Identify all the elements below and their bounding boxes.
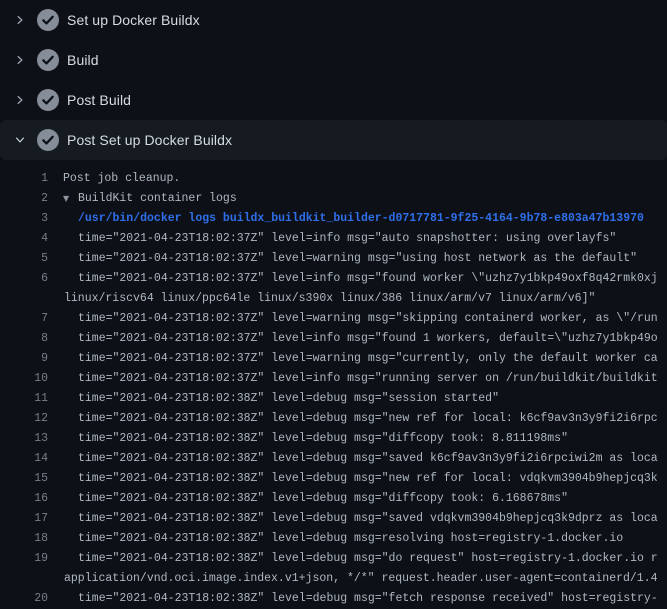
step-row[interactable]: Build [0, 40, 667, 80]
log-line: 12 time="2021-04-23T18:02:38Z" level=debu… [0, 409, 667, 429]
log-line: 2 ▼ BuildKit container logs [0, 189, 667, 209]
log-line-text: time="2021-04-23T18:02:37Z" level=info m… [78, 369, 658, 389]
log-line: 19 time="2021-04-23T18:02:38Z" level=debu… [0, 549, 667, 569]
log-line-number[interactable]: 6 [0, 269, 50, 289]
group-collapse-icon[interactable]: ▼ [63, 189, 72, 209]
chevron-down-icon [12, 132, 28, 148]
log-line: 1 Post job cleanup. [0, 169, 667, 189]
check-circle-icon [37, 129, 59, 151]
log-line: 6 time="2021-04-23T18:02:37Z" level=info … [0, 269, 667, 289]
log-viewer: 1 Post job cleanup. 2 ▼ BuildKit container … [0, 160, 667, 609]
log-line-number[interactable]: 16 [0, 489, 50, 509]
log-line: 3/usr/bin/docker logs buildx_buildkit_bu… [0, 209, 667, 229]
step-label: Post Build [67, 92, 131, 108]
log-line-number[interactable]: 9 [0, 349, 50, 369]
log-line: linux/riscv64 linux/ppc64le linux/s390x … [0, 289, 667, 309]
log-line-text: time="2021-04-23T18:02:38Z" level=debug … [78, 469, 658, 489]
log-line-number[interactable]: 11 [0, 389, 50, 409]
log-line: 11 time="2021-04-23T18:02:38Z" level=debu… [0, 389, 667, 409]
log-line: 14 time="2021-04-23T18:02:38Z" level=debu… [0, 449, 667, 469]
step-label: Build [67, 52, 99, 68]
log-line-number[interactable]: 8 [0, 329, 50, 349]
step-row[interactable]: Set up Docker Buildx [0, 0, 667, 40]
log-line-text: /usr/bin/docker logs buildx_buildkit_bui… [78, 209, 644, 229]
log-line-number[interactable]: 7 [0, 309, 50, 329]
log-line: 10 time="2021-04-23T18:02:37Z" level=info… [0, 369, 667, 389]
log-line: 18 time="2021-04-23T18:02:38Z" level=debu… [0, 529, 667, 549]
log-line: 20 time="2021-04-23T18:02:38Z" level=debu… [0, 589, 667, 609]
log-line-number[interactable]: 19 [0, 549, 50, 569]
log-line-number[interactable]: 17 [0, 509, 50, 529]
check-circle-icon [37, 9, 59, 31]
log-line-text: time="2021-04-23T18:02:38Z" level=debug … [78, 589, 658, 609]
log-line-text: time="2021-04-23T18:02:37Z" level=warnin… [78, 349, 658, 369]
log-line-text: BuildKit container logs [78, 189, 237, 209]
log-line: 5 time="2021-04-23T18:02:37Z" level=warni… [0, 249, 667, 269]
log-line-text: time="2021-04-23T18:02:38Z" level=debug … [78, 449, 658, 469]
log-line: 15 time="2021-04-23T18:02:38Z" level=debu… [0, 469, 667, 489]
log-line-number[interactable]: 10 [0, 369, 50, 389]
chevron-right-icon [12, 92, 28, 108]
chevron-right-icon [12, 52, 28, 68]
log-line: 8 time="2021-04-23T18:02:37Z" level=info … [0, 329, 667, 349]
check-circle-icon [37, 89, 59, 111]
log-line-number[interactable]: 13 [0, 429, 50, 449]
log-line-number[interactable]: 18 [0, 529, 50, 549]
steps-list: Set up Docker Buildx Build P [0, 0, 667, 160]
log-line-text: time="2021-04-23T18:02:38Z" level=debug … [78, 549, 658, 569]
log-line: 16 time="2021-04-23T18:02:38Z" level=debu… [0, 489, 667, 509]
log-line-number[interactable]: 15 [0, 469, 50, 489]
log-lines: 1 Post job cleanup. 2 ▼ BuildKit container … [0, 169, 667, 609]
step-row[interactable]: Post Build [0, 80, 667, 120]
step-row[interactable]: Post Set up Docker Buildx [0, 120, 667, 160]
log-line-text: linux/riscv64 linux/ppc64le linux/s390x … [64, 289, 595, 309]
log-line-number[interactable]: 5 [0, 249, 50, 269]
log-line-text: time="2021-04-23T18:02:37Z" level=info m… [78, 229, 616, 249]
check-circle-icon [37, 49, 59, 71]
log-line-number[interactable]: 3 [0, 209, 50, 229]
log-line-text: time="2021-04-23T18:02:37Z" level=warnin… [78, 249, 637, 269]
log-line-text: time="2021-04-23T18:02:37Z" level=info m… [78, 329, 658, 349]
log-line: 9 time="2021-04-23T18:02:37Z" level=warni… [0, 349, 667, 369]
log-line: 17 time="2021-04-23T18:02:38Z" level=debu… [0, 509, 667, 529]
log-line: 4 time="2021-04-23T18:02:37Z" level=info … [0, 229, 667, 249]
step-label: Post Set up Docker Buildx [67, 132, 232, 148]
log-line-number[interactable]: 14 [0, 449, 50, 469]
log-line-number[interactable]: 2 [0, 189, 50, 209]
log-line-text: time="2021-04-23T18:02:38Z" level=debug … [78, 429, 568, 449]
log-line-text: time="2021-04-23T18:02:37Z" level=warnin… [78, 309, 658, 329]
log-line-text: time="2021-04-23T18:02:38Z" level=debug … [78, 529, 623, 549]
log-line-number[interactable]: 4 [0, 229, 50, 249]
chevron-right-icon [12, 12, 28, 28]
log-line: 7 time="2021-04-23T18:02:37Z" level=warni… [0, 309, 667, 329]
log-line-text: time="2021-04-23T18:02:38Z" level=debug … [78, 489, 568, 509]
log-line-number[interactable]: 20 [0, 589, 50, 609]
log-line: application/vnd.oci.image.index.v1+json,… [0, 569, 667, 589]
log-line-text: time="2021-04-23T18:02:38Z" level=debug … [78, 509, 658, 529]
step-label: Set up Docker Buildx [67, 12, 200, 28]
log-line-text: Post job cleanup. [63, 169, 180, 189]
log-line-text: time="2021-04-23T18:02:37Z" level=info m… [78, 269, 658, 289]
log-line: 13 time="2021-04-23T18:02:38Z" level=debu… [0, 429, 667, 449]
log-line-text: time="2021-04-23T18:02:38Z" level=debug … [78, 389, 499, 409]
log-line-number[interactable]: 12 [0, 409, 50, 429]
log-line-text: application/vnd.oci.image.index.v1+json,… [64, 569, 658, 589]
log-line-text: time="2021-04-23T18:02:38Z" level=debug … [78, 409, 658, 429]
log-line-number[interactable]: 1 [0, 169, 50, 189]
